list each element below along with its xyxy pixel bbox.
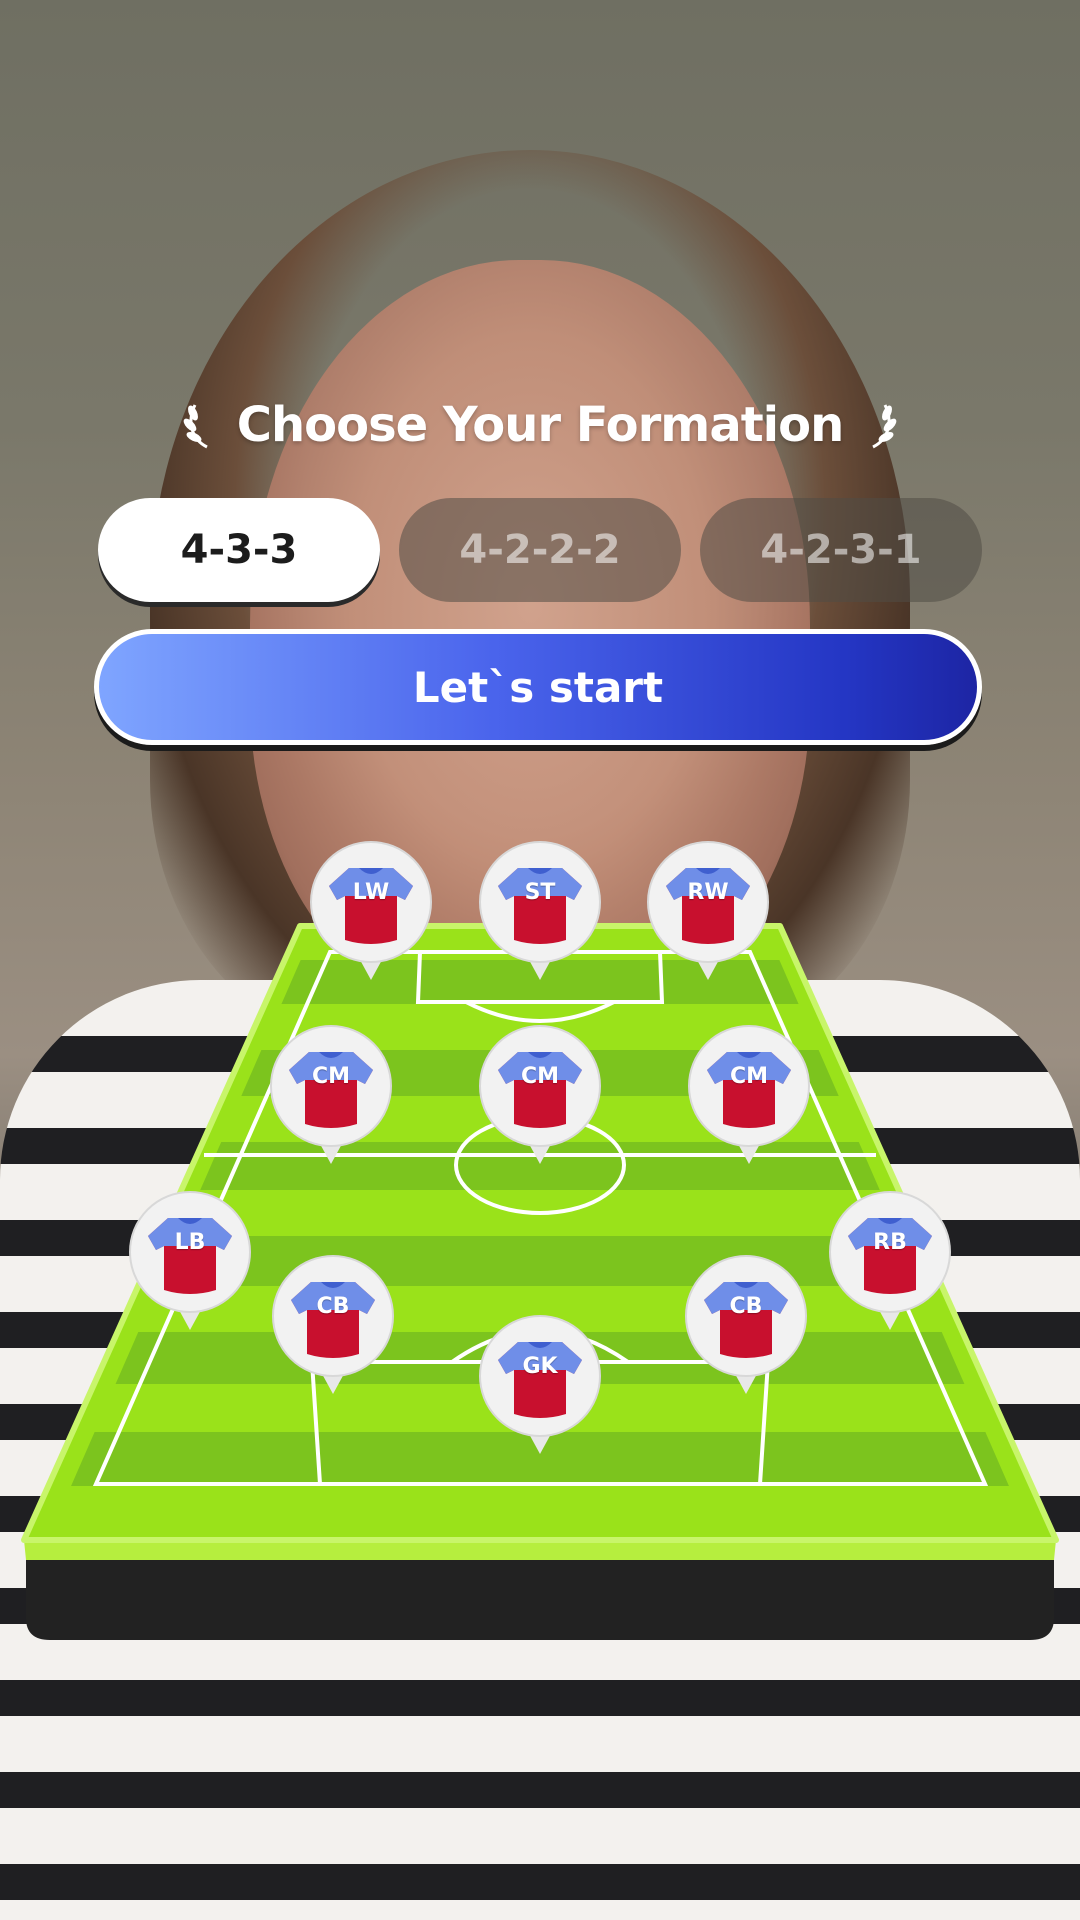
player-marker-lw[interactable]: LW	[309, 840, 433, 988]
pitch: LW ST RW CM CM CM LB RB CB CB GK	[0, 841, 1080, 1660]
player-marker-cm-right[interactable]: CM	[687, 1024, 811, 1172]
jersey-pin-icon	[685, 1255, 807, 1394]
player-marker-gk[interactable]: GK	[478, 1314, 602, 1462]
formation-tab-4-2-2-2[interactable]: 4-2-2-2	[399, 498, 681, 602]
player-marker-rw[interactable]: RW	[646, 840, 770, 988]
jersey-pin-icon	[272, 1255, 394, 1394]
jersey-pin-icon	[310, 841, 432, 980]
player-position-label: ST	[524, 880, 556, 905]
title-row: Choose Your Formation	[0, 395, 1080, 455]
player-marker-st[interactable]: ST	[478, 840, 602, 988]
player-position-label: CM	[520, 1064, 560, 1089]
player-marker-rb[interactable]: RB	[828, 1190, 952, 1338]
player-position-label: LB	[174, 1230, 206, 1255]
page-title: Choose Your Formation	[236, 397, 845, 453]
jersey-pin-icon	[829, 1191, 951, 1330]
jersey-pin-icon	[479, 1315, 601, 1454]
player-position-label: GK	[522, 1354, 558, 1379]
jersey-pin-icon	[647, 841, 769, 980]
player-marker-cm-center[interactable]: CM	[478, 1024, 602, 1172]
player-position-label: CM	[729, 1064, 769, 1089]
laurel-right-icon	[865, 399, 899, 451]
player-position-label: CB	[316, 1294, 350, 1319]
player-marker-lb[interactable]: LB	[128, 1190, 252, 1338]
player-position-label: CB	[729, 1294, 763, 1319]
player-marker-cm-left[interactable]: CM	[269, 1024, 393, 1172]
formation-tab-4-3-3[interactable]: 4-3-3	[98, 498, 380, 602]
player-position-label: CM	[311, 1064, 351, 1089]
formation-tab-4-2-3-1[interactable]: 4-2-3-1	[700, 498, 982, 602]
jersey-pin-icon	[688, 1025, 810, 1164]
player-marker-cb-left[interactable]: CB	[271, 1254, 395, 1402]
player-position-label: LW	[352, 880, 390, 905]
lets-start-button[interactable]: Let`s start	[94, 629, 982, 745]
laurel-left-icon	[181, 399, 215, 451]
jersey-pin-icon	[479, 841, 601, 980]
formation-tabs: 4-3-3 4-2-2-2 4-2-3-1	[98, 498, 982, 602]
jersey-pin-icon	[270, 1025, 392, 1164]
jersey-pin-icon	[479, 1025, 601, 1164]
player-position-label: RB	[873, 1230, 907, 1255]
player-marker-cb-right[interactable]: CB	[684, 1254, 808, 1402]
player-position-label: RW	[687, 880, 729, 905]
jersey-pin-icon	[129, 1191, 251, 1330]
